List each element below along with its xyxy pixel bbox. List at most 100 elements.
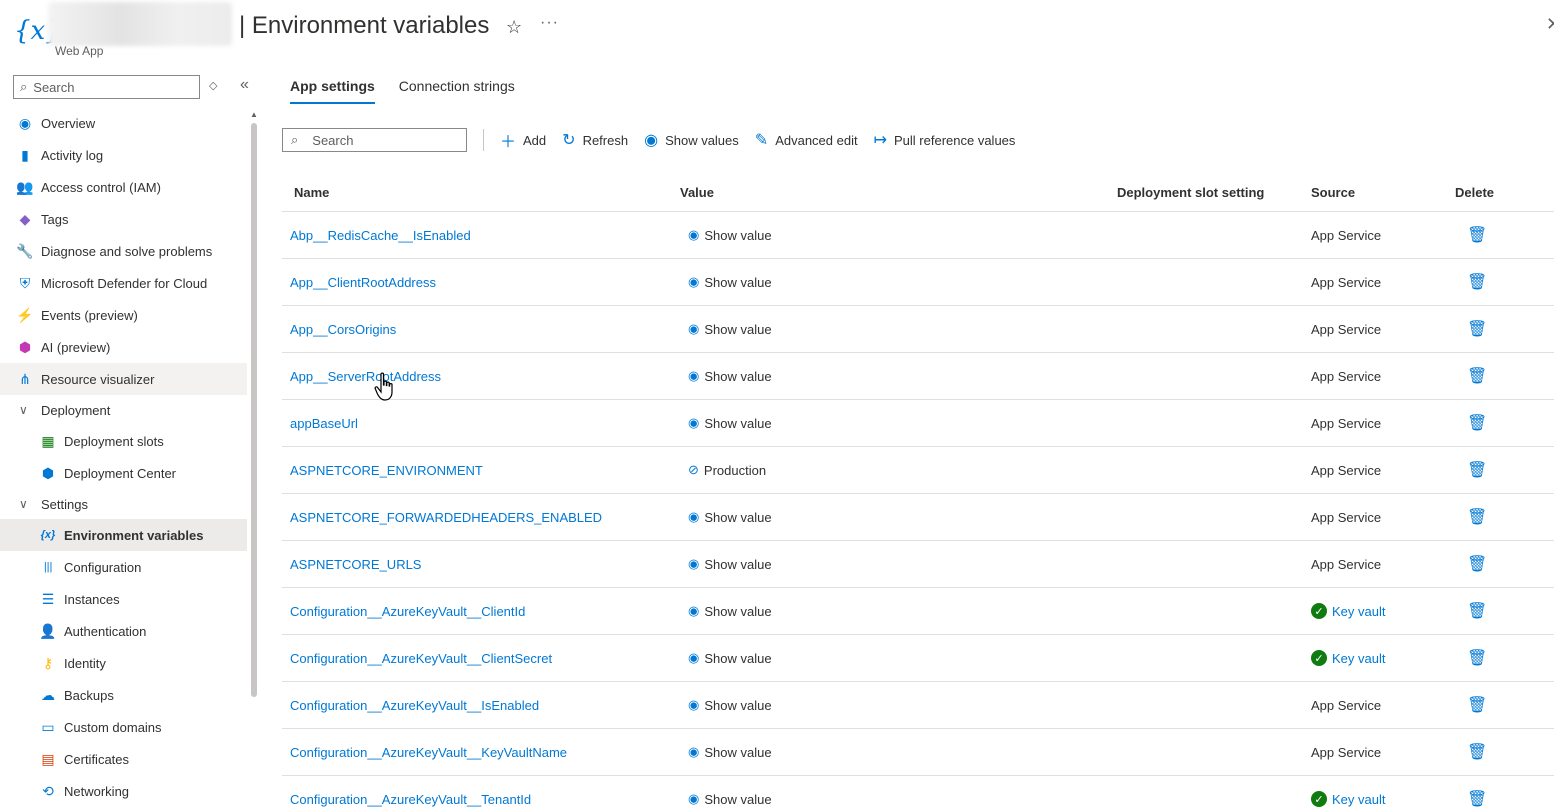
setting-value[interactable]: ◉ Show value bbox=[680, 744, 1117, 760]
setting-value-text: Show value bbox=[704, 368, 772, 384]
delete-button[interactable]: 🗑 bbox=[1455, 366, 1515, 386]
column-header-name[interactable]: Name bbox=[282, 185, 680, 200]
sidebar-item-events-preview[interactable]: ⚡ Events (preview) bbox=[0, 299, 247, 331]
toolbar: ⌕ Search ＋ Add ↻ Refresh ◉ Show values ✎… bbox=[282, 126, 1031, 154]
show-values-button[interactable]: ◉ Show values bbox=[644, 130, 739, 150]
sidebar-item-label: Events (preview) bbox=[41, 307, 138, 323]
key-vault-link[interactable]: Key vault bbox=[1332, 792, 1385, 807]
delete-button[interactable]: 🗑 bbox=[1455, 648, 1515, 668]
setting-value[interactable]: ◉ Show value bbox=[680, 603, 1117, 619]
delete-button[interactable]: 🗑 bbox=[1455, 225, 1515, 245]
scrollbar-thumb[interactable] bbox=[251, 123, 257, 697]
sidebar-item-custom-domains[interactable]: ▭ Custom domains bbox=[0, 711, 247, 743]
setting-name-link[interactable]: Configuration__AzureKeyVault__KeyVaultNa… bbox=[282, 745, 680, 760]
sidebar-group-label: Deployment bbox=[41, 402, 111, 418]
sidebar-item-label: Networking bbox=[64, 783, 130, 799]
setting-name-link[interactable]: Configuration__AzureKeyVault__ClientId bbox=[282, 604, 680, 619]
sidebar-item-resource-visualizer[interactable]: ⋔ Resource visualizer bbox=[0, 363, 247, 395]
setting-name-link[interactable]: appBaseUrl bbox=[282, 416, 680, 431]
delete-button[interactable]: 🗑 bbox=[1455, 413, 1515, 433]
delete-button[interactable]: 🗑 bbox=[1455, 742, 1515, 762]
setting-source[interactable]: ✓ Key vault bbox=[1311, 650, 1455, 666]
sidebar-group-settings[interactable]: ∨ Settings bbox=[0, 489, 247, 519]
setting-name-link[interactable]: ASPNETCORE_ENVIRONMENT bbox=[282, 463, 680, 478]
setting-value[interactable]: ◉ Show value bbox=[680, 509, 1117, 525]
setting-value-text: Production bbox=[703, 462, 767, 478]
sidebar-item-networking[interactable]: ⟲ Networking bbox=[0, 775, 247, 807]
tab-app-settings[interactable]: App settings bbox=[290, 78, 375, 104]
sidebar-item-ai-preview[interactable]: ⬢ AI (preview) bbox=[0, 331, 247, 363]
sidebar-item-activity-log[interactable]: ▮ Activity log bbox=[0, 139, 247, 171]
scroll-up-icon[interactable]: ▲ bbox=[250, 110, 258, 119]
delete-button[interactable]: 🗑 bbox=[1455, 789, 1515, 808]
sidebar-item-tags[interactable]: ◆ Tags bbox=[0, 203, 247, 235]
setting-name-link[interactable]: Configuration__AzureKeyVault__ClientSecr… bbox=[282, 651, 680, 666]
setting-name-link[interactable]: Configuration__AzureKeyVault__TenantId bbox=[282, 792, 680, 807]
refresh-button[interactable]: ↻ Refresh bbox=[562, 130, 628, 150]
advanced-edit-button[interactable]: ✎ Advanced edit bbox=[755, 130, 858, 150]
setting-name-link[interactable]: ASPNETCORE_URLS bbox=[282, 557, 680, 572]
sidebar-item-authentication[interactable]: 👤 Authentication bbox=[0, 615, 247, 647]
sidebar-item-deployment-slots[interactable]: ▦ Deployment slots bbox=[0, 425, 247, 457]
setting-value[interactable]: ◉ Show value bbox=[680, 368, 1117, 384]
setting-value[interactable]: ◉ Show value bbox=[680, 321, 1117, 337]
sidebar-group-deployment[interactable]: ∨ Deployment bbox=[0, 395, 247, 425]
sidebar-item-environment-variables[interactable]: {x} Environment variables bbox=[0, 519, 247, 551]
trash-icon: 🗑 bbox=[1467, 603, 1488, 620]
tab-connection-strings[interactable]: Connection strings bbox=[399, 78, 515, 104]
setting-value[interactable]: ◉ Show value bbox=[680, 697, 1117, 713]
delete-button[interactable]: 🗑 bbox=[1455, 554, 1515, 574]
eye-icon: ◉ bbox=[688, 791, 700, 806]
delete-button[interactable]: 🗑 bbox=[1455, 695, 1515, 715]
sidebar-scrollbar[interactable]: ▲ bbox=[249, 110, 259, 808]
delete-button[interactable]: 🗑 bbox=[1455, 507, 1515, 527]
sidebar-item-instances[interactable]: ☰ Instances bbox=[0, 583, 247, 615]
sidebar-item-diagnose-and-solve-problems[interactable]: 🔧 Diagnose and solve problems bbox=[0, 235, 247, 267]
chevron-down-icon: ∨ bbox=[19, 403, 28, 417]
sidebar-search-input[interactable]: ⌕ Search bbox=[13, 75, 200, 99]
delete-button[interactable]: 🗑 bbox=[1455, 601, 1515, 621]
setting-source[interactable]: ✓ Key vault bbox=[1311, 791, 1455, 807]
table-row: appBaseUrl ◉ Show value App Service 🗑 bbox=[282, 400, 1554, 447]
column-header-source[interactable]: Source bbox=[1311, 185, 1455, 200]
key-vault-link[interactable]: Key vault bbox=[1332, 604, 1385, 619]
delete-button[interactable]: 🗑 bbox=[1455, 319, 1515, 339]
column-header-deployment-slot[interactable]: Deployment slot setting bbox=[1117, 185, 1311, 200]
sidebar-item-identity[interactable]: ⚷ Identity bbox=[0, 647, 247, 679]
setting-value[interactable]: ◉ Show value bbox=[680, 650, 1117, 666]
sidebar-item-deployment-center[interactable]: ⬢ Deployment Center bbox=[0, 457, 247, 489]
setting-source[interactable]: ✓ Key vault bbox=[1311, 603, 1455, 619]
setting-value[interactable]: ◉ Show value bbox=[680, 415, 1117, 431]
setting-value[interactable]: ◉ Show value bbox=[680, 791, 1117, 807]
key-vault-link[interactable]: Key vault bbox=[1332, 651, 1385, 666]
setting-name-link[interactable]: App__ClientRootAddress bbox=[282, 275, 680, 290]
setting-value[interactable]: ◉ Show value bbox=[680, 274, 1117, 290]
certificates-icon: ▤ bbox=[41, 750, 55, 767]
setting-name-link[interactable]: App__ServerRootAddress bbox=[282, 369, 680, 384]
setting-name-link[interactable]: ASPNETCORE_FORWARDEDHEADERS_ENABLED bbox=[282, 510, 680, 525]
setting-value[interactable]: ◉ Show value bbox=[680, 227, 1117, 243]
pull-reference-values-button[interactable]: ↦ Pull reference values bbox=[874, 130, 1016, 150]
sidebar-item-overview[interactable]: ◉ Overview bbox=[0, 107, 247, 139]
add-button[interactable]: ＋ Add bbox=[500, 128, 546, 152]
sidebar-item-backups[interactable]: ☁ Backups bbox=[0, 679, 247, 711]
column-header-value[interactable]: Value bbox=[680, 185, 1117, 200]
setting-name-link[interactable]: Configuration__AzureKeyVault__IsEnabled bbox=[282, 698, 680, 713]
collapse-sidebar-icon[interactable]: « bbox=[240, 76, 249, 94]
star-icon[interactable]: ☆ bbox=[506, 17, 522, 38]
deployment-center-icon: ⬢ bbox=[41, 464, 55, 481]
more-icon[interactable]: ··· bbox=[540, 14, 559, 32]
setting-value[interactable]: ◉ Show value bbox=[680, 556, 1117, 572]
setting-name-link[interactable]: Abp__RedisCache__IsEnabled bbox=[282, 228, 680, 243]
sidebar-item-configuration[interactable]: ||| Configuration bbox=[0, 551, 247, 583]
settings-search-input[interactable]: ⌕ Search bbox=[282, 128, 467, 152]
sidebar-item-certificates[interactable]: ▤ Certificates bbox=[0, 743, 247, 775]
sidebar-item-microsoft-defender-for-cloud[interactable]: ⛨ Microsoft Defender for Cloud bbox=[0, 267, 247, 299]
expand-collapse-icon[interactable]: ◇ bbox=[209, 79, 217, 92]
delete-button[interactable]: 🗑 bbox=[1455, 272, 1515, 292]
setting-name-link[interactable]: App__CorsOrigins bbox=[282, 322, 680, 337]
close-icon[interactable]: ✕ bbox=[1546, 14, 1554, 35]
setting-value[interactable]: ⊘ Production bbox=[680, 462, 1117, 478]
delete-button[interactable]: 🗑 bbox=[1455, 460, 1515, 480]
sidebar-item-access-control-iam[interactable]: 👥 Access control (IAM) bbox=[0, 171, 247, 203]
